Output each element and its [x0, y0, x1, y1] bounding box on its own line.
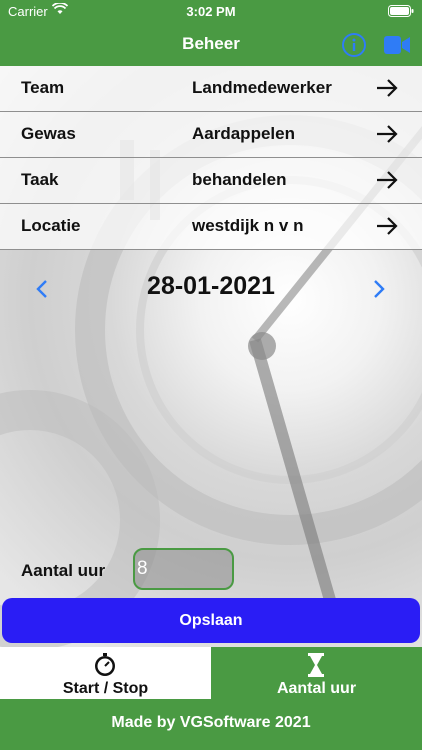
hours-label: Aantal uur	[21, 561, 106, 580]
row-value: Landmedewerker	[192, 78, 332, 97]
row-value: Aardappelen	[192, 124, 295, 143]
footer: Made by VGSoftware 2021	[0, 699, 422, 750]
row-label: Taak	[21, 170, 59, 189]
arrow-right-icon[interactable]	[376, 123, 398, 145]
row-locatie[interactable]: Locatie westdijk n v n	[0, 204, 422, 250]
navigation-bar: Beheer	[0, 24, 422, 66]
settings-list: Team Landmedewerker Gewas Aardappelen Ta…	[0, 66, 422, 250]
hourglass-icon	[308, 653, 324, 677]
tab-label: Start / Stop	[62, 680, 149, 697]
row-team[interactable]: Team Landmedewerker	[0, 66, 422, 112]
hours-row: Aantal uur	[0, 548, 422, 594]
status-bar: Carrier 3:02 PM	[0, 0, 422, 24]
info-icon[interactable]	[341, 32, 367, 58]
tab-start-stop[interactable]: Start / Stop	[0, 647, 211, 699]
arrow-right-icon[interactable]	[376, 169, 398, 191]
row-value: behandelen	[192, 170, 287, 189]
row-label: Team	[21, 78, 65, 97]
save-button[interactable]: Opslaan	[2, 598, 420, 643]
battery-icon	[388, 5, 414, 20]
status-time: 3:02 PM	[186, 4, 236, 19]
footer-text: Made by VGSoftware 2021	[111, 714, 311, 731]
arrow-right-icon[interactable]	[376, 77, 398, 99]
video-camera-icon[interactable]	[383, 33, 411, 57]
date-navigator: 28-01-2021	[0, 268, 422, 308]
row-gewas[interactable]: Gewas Aardappelen	[0, 112, 422, 158]
chevron-right-icon[interactable]	[370, 278, 388, 300]
row-value: westdijk n v n	[192, 216, 304, 235]
row-label: Gewas	[21, 124, 76, 143]
tab-aantal-uur[interactable]: Aantal uur	[211, 647, 422, 699]
row-label: Locatie	[21, 216, 81, 235]
stopwatch-icon	[95, 653, 115, 676]
tab-bar: Start / Stop Aantal uur	[0, 647, 422, 699]
arrow-right-icon[interactable]	[376, 215, 398, 237]
tab-label: Aantal uur	[276, 680, 357, 697]
current-date: 28-01-2021	[147, 272, 275, 300]
row-taak[interactable]: Taak behandelen	[0, 158, 422, 204]
hours-input[interactable]	[133, 548, 234, 590]
